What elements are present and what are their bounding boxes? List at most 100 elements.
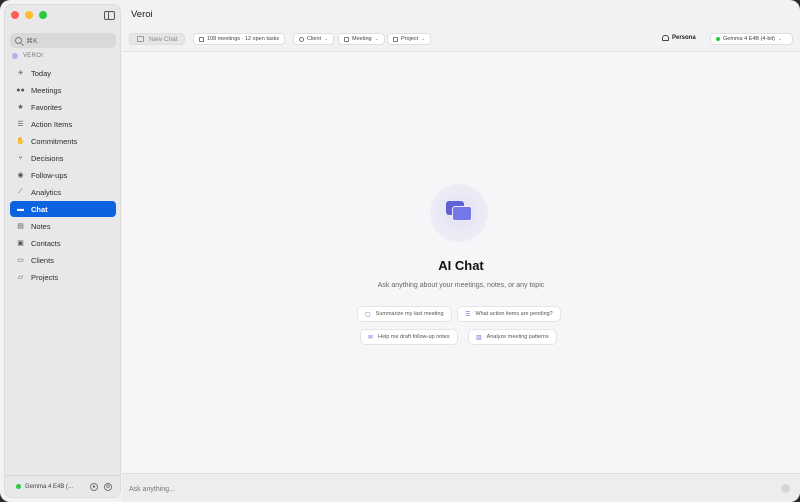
sidebar-item-meetings[interactable]: ●● Meetings (10, 82, 116, 98)
sidebar-item-label: Chat (31, 204, 48, 214)
stats-label: 108 meetings · 12 open tasks (207, 36, 280, 42)
suggestion-draft-followup[interactable]: ✉ Help me draft follow-up notes (360, 329, 458, 345)
model-status-dot (716, 37, 720, 41)
settings-gear-icon[interactable]: ⚙ (104, 483, 112, 491)
sidebar-item-label: Commitments (31, 136, 78, 146)
folder-icon: ▱ (17, 274, 24, 281)
hero-subtitle: Ask anything about your meetings, notes,… (377, 282, 545, 289)
chat-input[interactable]: Ask anything... (129, 486, 175, 493)
search-input[interactable]: ⌘K (10, 33, 116, 48)
followup-icon: ◉ (17, 172, 24, 179)
search-placeholder: ⌘K (26, 37, 38, 45)
sidebar-item-label: Analytics (31, 187, 62, 197)
close-window-button[interactable] (11, 11, 19, 19)
note-icon: ▤ (17, 223, 24, 230)
chat-toolbar: New Chat 108 meetings · 12 open tasks Cl… (129, 33, 795, 46)
sidebar-item-label: Follow-ups (31, 170, 68, 180)
meeting-filter-label: Meeting (352, 36, 372, 42)
suggestion-action-items[interactable]: ☰ What action items are pending? (457, 306, 561, 322)
new-chat-button[interactable]: New Chat (129, 33, 185, 45)
record-icon[interactable]: ● (90, 483, 98, 491)
checklist-icon: ☰ (465, 311, 471, 318)
suggestion-label: Help me draft follow-up notes (378, 334, 450, 340)
suggestion-analyze-patterns[interactable]: ▥ Analyze meeting patterns (468, 329, 557, 345)
star-icon: ★ (17, 104, 24, 111)
main-area: Veroi New Chat 108 meetings · 12 open ta… (122, 0, 800, 502)
document-icon: ▢ (365, 311, 371, 318)
sidebar-item-notes[interactable]: ▤ Notes (10, 218, 116, 234)
document-icon (199, 36, 204, 42)
chevron-down-icon: ⌄ (421, 36, 426, 42)
sidebar-item-label: Clients (31, 255, 54, 265)
checklist-icon: ☰ (17, 121, 24, 128)
sidebar-item-label: Projects (31, 272, 59, 282)
persona-button[interactable]: Persona (662, 35, 696, 41)
sidebar-item-contacts[interactable]: ▣ Contacts (10, 235, 116, 251)
footer-model-label[interactable]: Gemma 4 E4B (... (25, 484, 73, 490)
sidebar-nav: ☀ Today ●● Meetings ★ Favorites ☰ Action… (10, 65, 116, 286)
workspace-label: VEROI (23, 53, 44, 59)
client-filter-dropdown[interactable]: Client ⌄ (293, 33, 335, 45)
person-icon (299, 36, 304, 42)
sidebar-item-today[interactable]: ☀ Today (10, 65, 116, 81)
chevron-down-icon: ⌄ (324, 36, 329, 42)
chart-icon: ⟋ (18, 188, 23, 195)
sidebar-footer: Gemma 4 E4B (... ● ⚙ (5, 475, 120, 497)
app-window: ⌘K VEROI ☀ Today ●● Meetings ★ Favorites… (0, 0, 800, 502)
sidebar-item-label: Action Items (31, 119, 73, 129)
suggestion-summarize[interactable]: ▢ Summarize my last meeting (357, 306, 452, 322)
model-selector-dropdown[interactable]: Gemma 4 E4B (4-bit) ⌄ (710, 33, 793, 45)
hand-icon: ✋ (16, 138, 25, 145)
search-icon (15, 37, 22, 44)
compose-icon (137, 36, 144, 42)
suggestion-label: Analyze meeting patterns (486, 334, 549, 340)
sidebar-toggle-icon[interactable] (104, 11, 115, 20)
bar-chart-icon: ▥ (476, 334, 482, 341)
send-icon[interactable] (781, 484, 790, 493)
persona-label: Persona (672, 35, 696, 41)
sidebar-item-label: Notes (31, 221, 51, 231)
workspace-header: VEROI (12, 53, 43, 59)
model-status-dot (16, 484, 21, 489)
chat-bubbles-icon (430, 184, 488, 242)
sidebar-item-label: Favorites (31, 102, 62, 112)
sidebar-item-chat[interactable]: ▬ Chat (10, 201, 116, 217)
sidebar-item-projects[interactable]: ▱ Projects (10, 269, 116, 285)
window-controls (11, 11, 47, 19)
chevron-down-icon: ⌄ (374, 36, 379, 42)
sidebar-item-label: Meetings (31, 85, 62, 95)
sidebar-item-label: Today (31, 68, 52, 78)
meeting-filter-dropdown[interactable]: Meeting ⌄ (338, 33, 385, 45)
chevron-down-icon: ⌄ (777, 36, 783, 42)
sidebar: ⌘K VEROI ☀ Today ●● Meetings ★ Favorites… (4, 4, 121, 498)
chat-input-bar: Ask anything... (122, 473, 800, 502)
persona-icon (662, 35, 669, 41)
sidebar-item-decisions[interactable]: ⑂ Decisions (10, 150, 116, 166)
workspace-icon (12, 53, 18, 59)
sidebar-item-action-items[interactable]: ☰ Action Items (10, 116, 116, 132)
hero-title: AI Chat (438, 258, 484, 273)
envelope-icon: ✉ (368, 334, 374, 341)
briefcase-icon: ▭ (17, 257, 24, 264)
sidebar-item-follow-ups[interactable]: ◉ Follow-ups (10, 167, 116, 183)
chat-bubbles-icon: ▬ (17, 205, 24, 213)
sidebar-item-commitments[interactable]: ✋ Commitments (10, 133, 116, 149)
chat-empty-state: AI Chat Ask anything about your meetings… (122, 52, 800, 473)
sidebar-item-label: Contacts (31, 238, 61, 248)
sidebar-item-clients[interactable]: ▭ Clients (10, 252, 116, 268)
sidebar-item-label: Decisions (31, 153, 64, 163)
sidebar-item-favorites[interactable]: ★ Favorites (10, 99, 116, 115)
sun-icon: ☀ (17, 70, 24, 77)
zoom-window-button[interactable] (39, 11, 47, 19)
model-label: Gemma 4 E4B (4-bit) (723, 36, 775, 42)
people-icon: ●● (16, 86, 25, 94)
new-chat-label: New Chat (149, 35, 178, 43)
contact-icon: ▣ (17, 240, 24, 247)
suggestion-label: Summarize my last meeting (375, 311, 444, 317)
folder-icon (393, 36, 398, 42)
minimize-window-button[interactable] (25, 11, 33, 19)
sidebar-item-analytics[interactable]: ⟋ Analytics (10, 184, 116, 200)
branch-icon: ⑂ (18, 154, 23, 162)
page-title: Veroi (131, 9, 153, 20)
project-filter-dropdown[interactable]: Project ⌄ (387, 33, 432, 45)
